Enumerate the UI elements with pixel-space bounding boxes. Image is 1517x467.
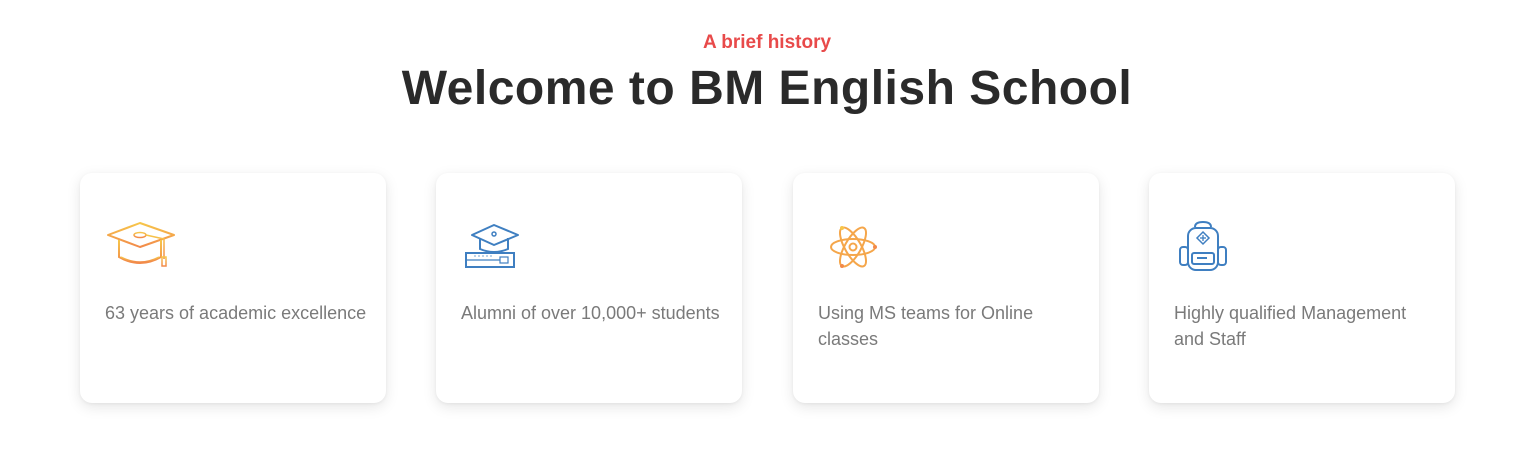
atom-icon <box>817 219 889 275</box>
feature-card-text: Alumni of over 10,000+ students <box>461 303 720 323</box>
feature-card-text: 63 years of academic excellence <box>105 303 367 323</box>
feature-card-alumni: Alumni of over 10,000+ students <box>436 173 742 403</box>
section-title: Welcome to BM English School <box>401 62 1133 115</box>
feature-card-online: Using MS teams for Online classes <box>793 173 1099 403</box>
section-eyebrow: A brief history <box>702 32 832 53</box>
graduate-school-icon <box>460 219 532 275</box>
feature-card-text: Highly qualified Management and Staff <box>1174 303 1407 349</box>
feature-cards: 63 years of academic excellence Alumni o… <box>80 173 1456 403</box>
history-section: A brief history Welcome to BM English Sc… <box>0 0 1517 467</box>
feature-card-text: Using MS teams for Online classes <box>818 303 1034 349</box>
graduation-cap-icon <box>104 219 176 275</box>
backpack-icon <box>1173 219 1245 275</box>
feature-card-staff: Highly qualified Management and Staff <box>1149 173 1455 403</box>
feature-card-academic: 63 years of academic excellence <box>80 173 386 403</box>
